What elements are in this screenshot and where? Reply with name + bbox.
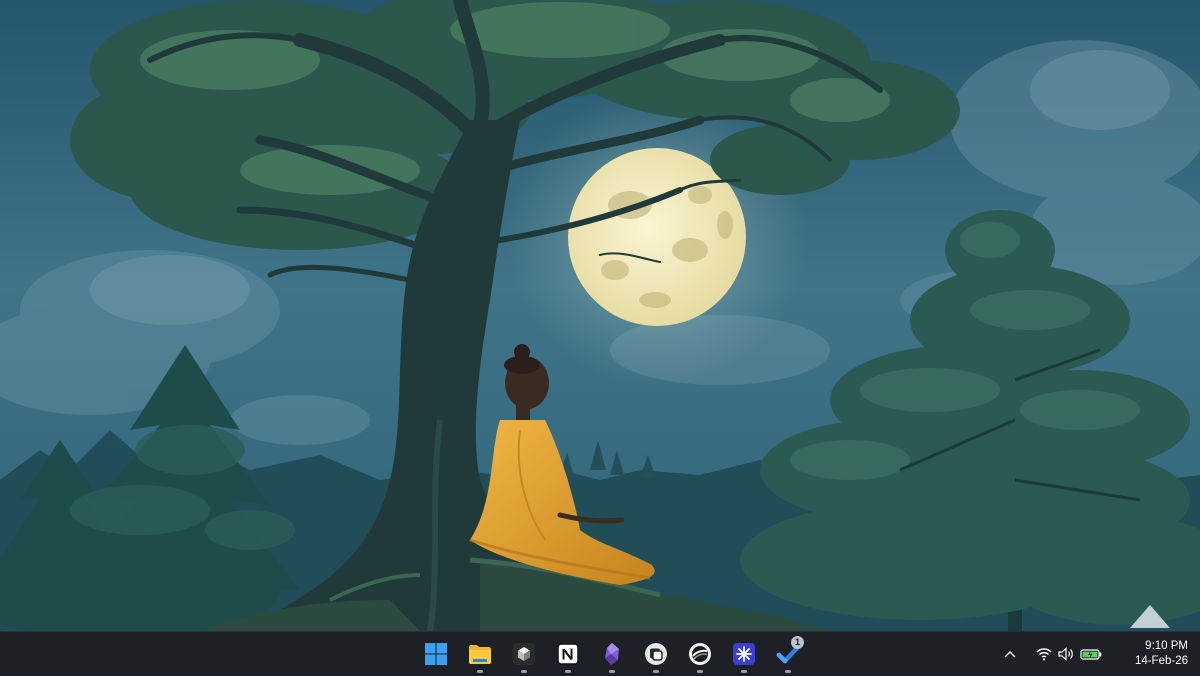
- system-tray: 9:10 PM 14-Feb-26: [996, 632, 1200, 676]
- running-indicator: [609, 670, 615, 673]
- taskbar-obsidian-button[interactable]: [592, 634, 632, 674]
- running-indicator: [741, 670, 747, 673]
- running-indicator: [521, 670, 527, 673]
- obsidian-icon: [605, 643, 619, 665]
- clock-time: 9:10 PM: [1145, 640, 1188, 652]
- running-indicator: [785, 670, 791, 673]
- notification-badge: 1: [791, 636, 804, 649]
- chevron-up-icon: [1004, 650, 1016, 658]
- folder-icon: [469, 645, 491, 664]
- sphere-app-icon: [689, 643, 711, 665]
- rounded-square-app-icon: [645, 643, 667, 665]
- taskbar-app-list: 1: [414, 632, 810, 676]
- running-indicator: [653, 670, 659, 673]
- starburst-app-icon: [733, 643, 755, 665]
- taskbar-sphere-app-button[interactable]: [680, 634, 720, 674]
- taskbar-rounded-square-app-button[interactable]: [636, 634, 676, 674]
- windows-logo-icon: [425, 643, 447, 665]
- taskbar-cube-app-button[interactable]: [504, 634, 544, 674]
- taskbar: 1 9:10 PM 14-Feb-26: [0, 631, 1200, 675]
- taskbar-notion-button[interactable]: [548, 634, 588, 674]
- clock-date: 14-Feb-26: [1134, 655, 1188, 667]
- running-indicator: [697, 670, 703, 673]
- taskbar-starburst-app-button[interactable]: [724, 634, 764, 674]
- wifi-icon: [1036, 648, 1052, 661]
- volume-icon: [1058, 647, 1073, 661]
- notion-icon: [557, 643, 579, 665]
- taskbar-file-explorer-button[interactable]: [460, 634, 500, 674]
- wallpaper-image: [0, 0, 1200, 631]
- taskbar-todo-button[interactable]: 1: [768, 634, 808, 674]
- desktop-wallpaper: [0, 0, 1200, 631]
- clock[interactable]: 9:10 PM 14-Feb-26: [1108, 634, 1200, 674]
- start-button[interactable]: [416, 634, 456, 674]
- running-indicator: [477, 670, 483, 673]
- cube-app-icon: [513, 643, 535, 665]
- show-hidden-icons-button[interactable]: [996, 638, 1024, 670]
- running-indicator: [565, 670, 571, 673]
- quick-settings-button[interactable]: [1030, 638, 1108, 670]
- battery-charging-icon: [1080, 649, 1102, 660]
